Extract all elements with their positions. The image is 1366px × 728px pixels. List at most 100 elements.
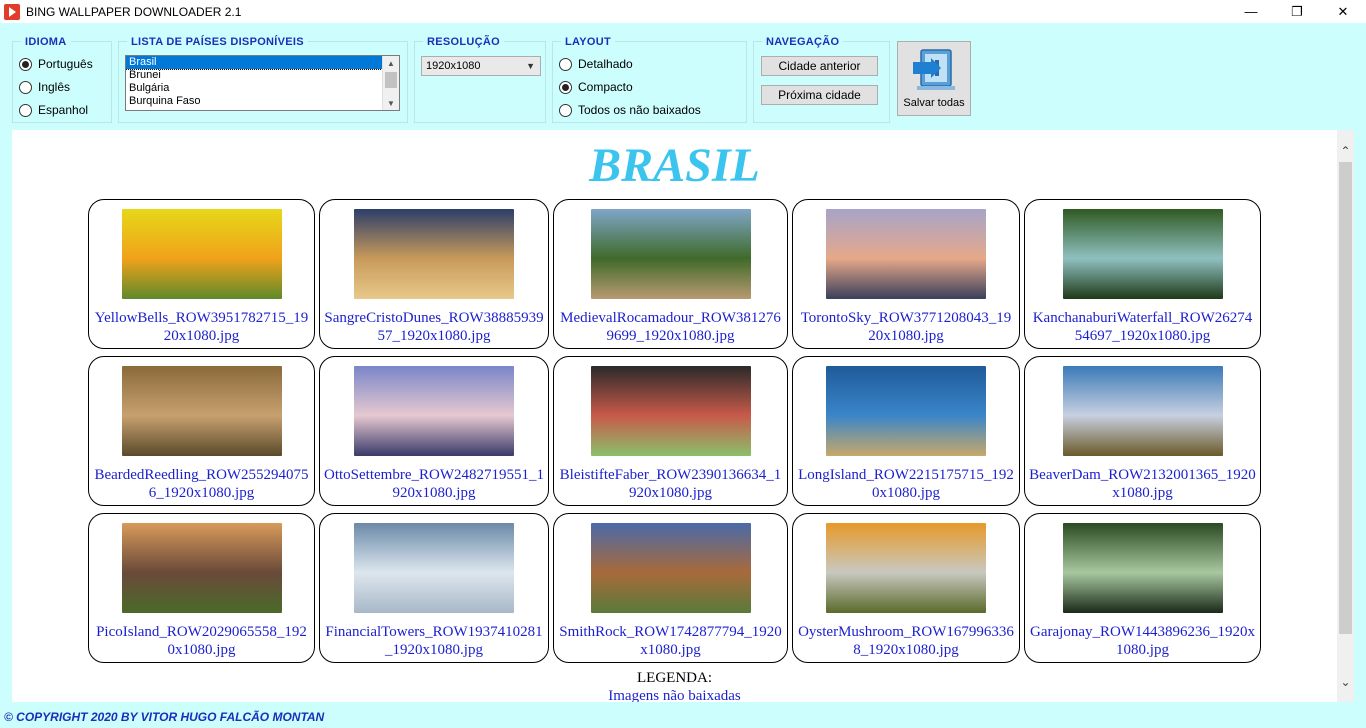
radio-indicator[interactable] <box>19 57 32 71</box>
paises-label: LISTA DE PAÍSES DISPONÍVEIS <box>127 36 308 48</box>
wallpaper-tile[interactable]: FinancialTowers_ROW1937410281_1920x1080.… <box>319 513 549 663</box>
scroll-down-icon[interactable]: ⌄ <box>1337 673 1354 690</box>
save-all-icon <box>913 49 955 90</box>
wallpaper-thumbnail[interactable] <box>826 366 986 456</box>
save-all-label: Salvar todas <box>903 97 965 109</box>
legend-not-downloaded: Imagens não baixadas <box>608 688 741 702</box>
chevron-down-icon: ▼ <box>526 61 535 71</box>
wallpaper-thumbnail[interactable] <box>354 523 514 613</box>
wallpaper-filename-link[interactable]: Garajonay_ROW1443896236_1920x1080.jpg <box>1029 623 1256 659</box>
scroll-thumb[interactable] <box>385 72 397 88</box>
radio-indicator[interactable] <box>19 103 32 117</box>
wallpaper-thumbnail[interactable] <box>1062 209 1223 299</box>
wallpaper-grid: YellowBells_ROW3951782715_1920x1080.jpg S… <box>88 199 1262 663</box>
wallpaper-panel[interactable]: BRASIL YellowBells_ROW3951782715_1920x10… <box>12 130 1354 702</box>
country-listbox[interactable]: Brasil Brunei Bulgária Burquina Faso ▲ ▼ <box>125 55 400 111</box>
wallpaper-tile[interactable]: Garajonay_ROW1443896236_1920x1080.jpg <box>1024 513 1261 663</box>
radio-portugues[interactable]: Português <box>19 57 93 71</box>
wallpaper-tile[interactable]: KanchanaburiWaterfall_ROW2627454697_1920… <box>1024 199 1261 349</box>
radio-indicator[interactable] <box>19 80 32 94</box>
layout-group: LAYOUT Detalhado Compacto Todos os não b… <box>552 36 747 123</box>
navegacao-label: NAVEGAÇÃO <box>762 36 844 48</box>
radio-label: Todos os não baixados <box>578 103 701 117</box>
wallpaper-thumbnail[interactable] <box>121 366 282 456</box>
window-title: BING WALLPAPER DOWNLOADER 2.1 <box>26 4 242 19</box>
resolution-select[interactable]: 1920x1080 ▼ <box>421 56 541 76</box>
wallpaper-filename-link[interactable]: KanchanaburiWaterfall_ROW2627454697_1920… <box>1029 309 1256 345</box>
wallpaper-filename-link[interactable]: SangreCristoDunes_ROW3888593957_1920x108… <box>324 309 544 345</box>
radio-compacto[interactable]: Compacto <box>559 80 633 94</box>
wallpaper-filename-link[interactable]: OysterMushroom_ROW1679963368_1920x1080.j… <box>797 623 1015 659</box>
wallpaper-tile[interactable]: SangreCristoDunes_ROW3888593957_1920x108… <box>319 199 549 349</box>
wallpaper-tile[interactable]: OttoSettembre_ROW2482719551_1920x1080.jp… <box>319 356 549 506</box>
wallpaper-tile[interactable]: OysterMushroom_ROW1679963368_1920x1080.j… <box>792 513 1020 663</box>
wallpaper-tile[interactable]: BeardedReedling_ROW2552940756_1920x1080.… <box>88 356 315 506</box>
layout-label: LAYOUT <box>561 36 616 48</box>
wallpaper-thumbnail[interactable] <box>121 209 282 299</box>
minimize-button[interactable]: — <box>1228 0 1274 23</box>
legend-title: LEGENDA: <box>637 670 712 686</box>
copyright-footer: © COPYRIGHT 2020 BY VITOR HUGO FALCÃO MO… <box>4 710 325 724</box>
radio-ingles[interactable]: Inglês <box>19 80 70 94</box>
wallpaper-thumbnail[interactable] <box>590 366 751 456</box>
wallpaper-filename-link[interactable]: BeardedReedling_ROW2552940756_1920x1080.… <box>93 466 310 502</box>
content-scrollbar[interactable]: ⌃ ⌄ <box>1337 130 1354 702</box>
country-item-brasil[interactable]: Brasil <box>126 56 383 70</box>
scroll-down-icon[interactable]: ▼ <box>383 96 399 110</box>
wallpaper-filename-link[interactable]: SmithRock_ROW1742877794_1920x1080.jpg <box>558 623 783 659</box>
wallpaper-thumbnail[interactable] <box>826 523 986 613</box>
country-item-burquina-faso[interactable]: Burquina Faso <box>126 95 382 108</box>
scroll-thumb[interactable] <box>1339 162 1352 634</box>
wallpaper-thumbnail[interactable] <box>1062 523 1223 613</box>
wallpaper-thumbnail[interactable] <box>1062 366 1223 456</box>
wallpaper-tile[interactable]: SmithRock_ROW1742877794_1920x1080.jpg <box>553 513 788 663</box>
radio-espanhol[interactable]: Espanhol <box>19 103 88 117</box>
save-all-button[interactable]: Salvar todas <box>897 41 971 116</box>
close-button[interactable]: ✕ <box>1320 0 1366 23</box>
paises-group: LISTA DE PAÍSES DISPONÍVEIS Brasil Brune… <box>118 36 408 123</box>
next-city-button[interactable]: Próxima cidade <box>761 85 878 105</box>
app-logo-icon <box>4 3 20 20</box>
radio-detalhado[interactable]: Detalhado <box>559 57 633 71</box>
listbox-scrollbar[interactable]: ▲ ▼ <box>382 56 399 110</box>
wallpaper-tile[interactable]: YellowBells_ROW3951782715_1920x1080.jpg <box>88 199 315 349</box>
maximize-button[interactable]: ❐ <box>1274 0 1320 23</box>
wallpaper-filename-link[interactable]: MedievalRocamadour_ROW3812769699_1920x10… <box>558 309 783 345</box>
previous-city-button[interactable]: Cidade anterior <box>761 56 878 76</box>
wallpaper-tile[interactable]: TorontoSky_ROW3771208043_1920x1080.jpg <box>792 199 1020 349</box>
wallpaper-tile[interactable]: BleistifteFaber_ROW2390136634_1920x1080.… <box>553 356 788 506</box>
wallpaper-filename-link[interactable]: BeaverDam_ROW2132001365_1920x1080.jpg <box>1029 466 1256 502</box>
country-item-bulgaria[interactable]: Bulgária <box>126 82 382 95</box>
wallpaper-tile[interactable]: LongIsland_ROW2215175715_1920x1080.jpg <box>792 356 1020 506</box>
wallpaper-thumbnail[interactable] <box>590 523 751 613</box>
radio-label: Detalhado <box>578 57 633 71</box>
wallpaper-filename-link[interactable]: PicoIsland_ROW2029065558_1920x1080.jpg <box>93 623 310 659</box>
title-bar: BING WALLPAPER DOWNLOADER 2.1 — ❐ ✕ <box>0 0 1366 23</box>
radio-label: Português <box>38 57 93 71</box>
radio-indicator[interactable] <box>559 103 572 117</box>
wallpaper-filename-link[interactable]: LongIsland_ROW2215175715_1920x1080.jpg <box>797 466 1015 502</box>
idioma-label: IDIOMA <box>21 36 71 48</box>
resolucao-label: RESOLUÇÃO <box>423 36 504 48</box>
wallpaper-thumbnail[interactable] <box>590 209 751 299</box>
country-item-brunei[interactable]: Brunei <box>126 69 382 82</box>
scroll-up-icon[interactable]: ⌃ <box>1337 142 1354 159</box>
radio-todos-nao-baixados[interactable]: Todos os não baixados <box>559 103 701 117</box>
wallpaper-filename-link[interactable]: YellowBells_ROW3951782715_1920x1080.jpg <box>93 309 310 345</box>
wallpaper-thumbnail[interactable] <box>121 523 282 613</box>
idioma-group: IDIOMA Português Inglês Espanhol <box>12 36 112 123</box>
wallpaper-tile[interactable]: MedievalRocamadour_ROW3812769699_1920x10… <box>553 199 788 349</box>
wallpaper-filename-link[interactable]: FinancialTowers_ROW1937410281_1920x1080.… <box>324 623 544 659</box>
wallpaper-tile[interactable]: BeaverDam_ROW2132001365_1920x1080.jpg <box>1024 356 1261 506</box>
wallpaper-thumbnail[interactable] <box>354 209 514 299</box>
wallpaper-filename-link[interactable]: OttoSettembre_ROW2482719551_1920x1080.jp… <box>324 466 544 502</box>
wallpaper-filename-link[interactable]: BleistifteFaber_ROW2390136634_1920x1080.… <box>558 466 783 502</box>
radio-indicator[interactable] <box>559 57 572 71</box>
wallpaper-thumbnail[interactable] <box>826 209 986 299</box>
wallpaper-tile[interactable]: PicoIsland_ROW2029065558_1920x1080.jpg <box>88 513 315 663</box>
radio-indicator[interactable] <box>559 80 572 94</box>
wallpaper-filename-link[interactable]: TorontoSky_ROW3771208043_1920x1080.jpg <box>797 309 1015 345</box>
scroll-up-icon[interactable]: ▲ <box>383 56 399 70</box>
wallpaper-thumbnail[interactable] <box>354 366 514 456</box>
radio-label: Inglês <box>38 80 71 94</box>
